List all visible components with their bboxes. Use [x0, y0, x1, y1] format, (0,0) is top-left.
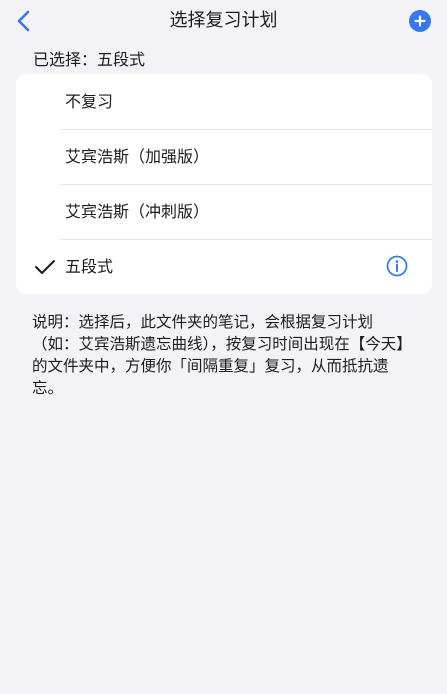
add-button[interactable]: [409, 10, 431, 32]
plus-circle-icon: [414, 15, 426, 27]
plan-options-list: 不复习 艾宾浩斯（加强版） 艾宾浩斯（冲刺版） 五段式: [16, 74, 432, 294]
description-text: 说明：选择后，此文件夹的笔记，会根据复习计划（如：艾宾浩斯遗忘曲线），按复习时间…: [32, 313, 412, 397]
option-five-stage[interactable]: 五段式: [16, 239, 432, 294]
option-label: 艾宾浩斯（加强版）: [65, 147, 210, 166]
info-circle-icon[interactable]: [386, 255, 408, 277]
option-label: 五段式: [65, 257, 114, 276]
option-label: 艾宾浩斯（冲刺版）: [65, 202, 210, 221]
checkmark-icon: [35, 260, 55, 274]
option-no-review[interactable]: 不复习: [16, 74, 432, 129]
page-title: 选择复习计划: [169, 10, 278, 31]
option-ebbinghaus-enhanced[interactable]: 艾宾浩斯（加强版）: [16, 129, 432, 184]
option-ebbinghaus-sprint[interactable]: 艾宾浩斯（冲刺版）: [16, 184, 432, 239]
navigation-bar: 选择复习计划: [0, 0, 447, 42]
option-label: 不复习: [65, 92, 114, 111]
selected-plan-label: 已选择：五段式: [33, 50, 146, 69]
